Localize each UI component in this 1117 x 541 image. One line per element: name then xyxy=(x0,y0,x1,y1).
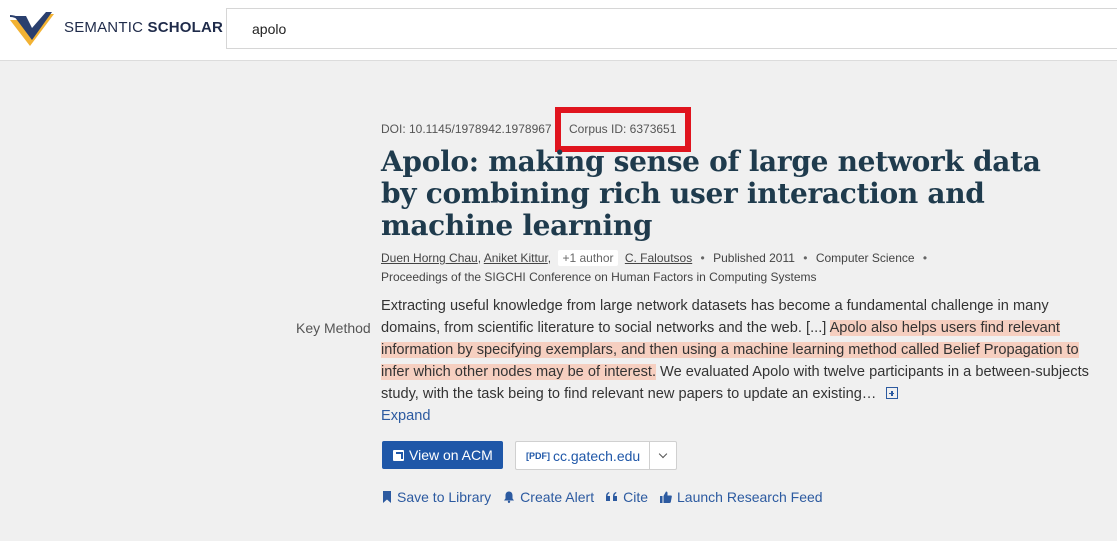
published-date: Published 2011 xyxy=(713,251,795,265)
view-on-acm-button[interactable]: View on ACM xyxy=(382,441,503,469)
key-method-label: Key Method xyxy=(296,320,371,336)
feed-label: Launch Research Feed xyxy=(677,489,823,505)
pdf-tag: [PDF] xyxy=(526,450,550,461)
bell-icon xyxy=(504,491,515,503)
chevron-down-icon xyxy=(658,449,668,459)
brand-light: SEMANTIC xyxy=(64,19,144,36)
paper-actions: Save to Library Create Alert Cite Launch… xyxy=(382,489,835,505)
pdf-dropdown-toggle[interactable] xyxy=(650,442,676,469)
pdf-source-label: cc.gatech.edu xyxy=(553,447,641,464)
venue-text: Proceedings of the SIGCHI Conference on … xyxy=(381,270,817,284)
pdf-source-dropdown[interactable]: [PDF] cc.gatech.edu xyxy=(515,441,677,470)
author-link[interactable]: C. Faloutsos xyxy=(625,251,692,265)
external-link-icon xyxy=(393,449,404,461)
expand-plus-icon[interactable] xyxy=(886,387,899,399)
semantic-scholar-logo-icon[interactable] xyxy=(8,10,58,48)
separator-dot: • xyxy=(922,251,928,265)
save-label: Save to Library xyxy=(397,489,492,505)
thumbs-up-icon xyxy=(660,491,672,503)
author-link[interactable]: Duen Horng Chau xyxy=(381,251,478,265)
bookmark-icon xyxy=(383,491,391,503)
quote-icon xyxy=(606,492,618,501)
abstract-text: Extracting useful knowledge from large n… xyxy=(381,295,1101,427)
cite-button[interactable]: Cite xyxy=(606,489,648,505)
view-on-acm-label: View on ACM xyxy=(409,447,493,463)
brand-name[interactable]: SEMANTIC SCHOLAR xyxy=(64,19,223,36)
more-authors-button[interactable]: +1 author xyxy=(558,250,618,266)
brand-bold: SCHOLAR xyxy=(147,19,224,36)
create-alert-button[interactable]: Create Alert xyxy=(503,489,594,505)
alert-label: Create Alert xyxy=(520,489,595,505)
save-to-library-button[interactable]: Save to Library xyxy=(382,489,491,505)
pdf-link[interactable]: [PDF] cc.gatech.edu xyxy=(516,442,651,469)
cite-label: Cite xyxy=(623,489,649,505)
field-of-study: Computer Science xyxy=(815,251,915,265)
expand-link[interactable]: Expand xyxy=(381,408,431,424)
doi-text: DOI: 10.1145/1978942.1978967 xyxy=(381,122,552,136)
launch-research-feed-button[interactable]: Launch Research Feed xyxy=(660,489,823,505)
author-link[interactable]: Aniket Kittur xyxy=(484,251,548,265)
separator-dot: • xyxy=(700,251,705,265)
author-list: Duen Horng Chau, Aniket Kittur, +1 autho… xyxy=(381,250,928,266)
search-input[interactable] xyxy=(226,8,1117,49)
top-header: SEMANTIC SCHOLAR xyxy=(0,0,1117,61)
corpus-id-text: Corpus ID: 6373651 xyxy=(569,122,677,136)
paper-title: Apolo: making sense of large network dat… xyxy=(381,145,1041,242)
separator-dot: • xyxy=(803,251,808,265)
